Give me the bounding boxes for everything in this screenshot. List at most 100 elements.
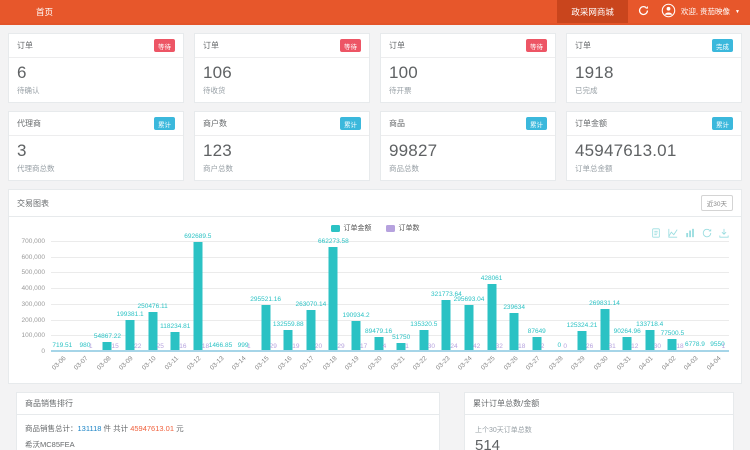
x-axis-tick: 03-06 (51, 355, 68, 372)
x-axis-tick: 03-24 (457, 355, 474, 372)
legend-item-order-amount[interactable]: 订单金额 (331, 223, 372, 233)
count-label: 18 (518, 343, 525, 350)
count-label: 20 (315, 343, 322, 350)
legend-label: 订单金额 (344, 223, 372, 233)
chart-column: 199381.12203-09 (119, 241, 142, 351)
card-value: 123 (203, 141, 361, 161)
x-axis-tick: 04-02 (661, 355, 678, 372)
x-axis-tick: 04-01 (638, 355, 655, 372)
count-label: 32 (496, 343, 503, 350)
legend-swatch-teal (331, 225, 340, 232)
stat-card-products-total: 商品累计 99827商品总数 (380, 111, 556, 181)
count-label: 1 (247, 343, 251, 350)
stat-card-orders-pending-receive: 订单等待 106待收货 (194, 33, 370, 103)
status-badge: 完成 (712, 39, 733, 52)
card-subtitle: 待开票 (389, 85, 547, 96)
status-badge: 等待 (154, 39, 175, 52)
count-label: 1 (405, 343, 409, 350)
status-badge: 累计 (154, 117, 175, 130)
product-rank-item: 希沃MC85FEA 1 (25, 439, 431, 450)
amount-bar[interactable] (329, 247, 338, 351)
summary-prefix: 商品销售总计： (25, 424, 78, 433)
stat-card-grid: 订单等待 6待确认 订单等待 106待收货 订单等待 100待开票 订单完成 1… (8, 33, 742, 181)
stat-card-orders-pending-invoice: 订单等待 100待开票 (380, 33, 556, 103)
count-label: 29 (270, 343, 277, 350)
chart-column: 1466.8503-13 (209, 241, 232, 351)
amount-label: 6778.9 (685, 341, 705, 348)
amount-bar[interactable] (487, 284, 496, 351)
x-axis-tick: 03-07 (73, 355, 90, 372)
mall-button[interactable]: 政采网商城 (557, 0, 628, 23)
card-value: 106 (203, 63, 361, 83)
sales-summary: 商品销售总计：131118 件 共计 45947613.01 元 (25, 423, 431, 434)
status-badge: 累计 (712, 117, 733, 130)
card-value: 100 (389, 63, 547, 83)
summary-middle: 共计 (113, 424, 128, 433)
x-axis-tick: 03-10 (141, 355, 158, 372)
refresh-button[interactable] (628, 0, 659, 23)
sales-panel-title: 商品销售排行 (25, 398, 73, 409)
x-axis-tick: 03-11 (164, 355, 180, 371)
y-axis-tick: 700,000 (17, 238, 45, 245)
cumulative-orders-panel: 累计订单总数/金额 上个30天订单总数 514 最近30天订单总数 496 (464, 392, 734, 450)
x-axis-tick: 03-21 (389, 355, 406, 372)
card-title: 商户数 (203, 118, 227, 129)
x-axis-tick: 03-13 (209, 355, 226, 372)
stat-card-order-amount-total: 订单金额累计 45947613.01订单总金额 (566, 111, 742, 181)
card-title: 订单 (575, 40, 591, 51)
count-label: 16 (179, 343, 186, 350)
user-menu[interactable]: 欢迎, 贵茄映像 ▼ (659, 0, 750, 23)
card-title: 订单 (203, 40, 219, 51)
x-axis-tick: 03-20 (367, 355, 384, 372)
card-title: 订单金额 (575, 118, 607, 129)
chart-plot-area: 0100,000200,000300,000400,000500,000600,… (17, 241, 733, 381)
x-axis-tick: 03-18 (322, 355, 339, 372)
summary-amount: 45947613.01 (130, 424, 174, 433)
welcome-text: 欢迎, 贵茄映像 (681, 6, 730, 17)
chart-column: 295521.162903-15 (254, 241, 277, 351)
count-label: 31 (609, 343, 616, 350)
nav-home-link[interactable]: 首页 (36, 0, 53, 23)
count-label: 17 (360, 343, 367, 350)
status-badge: 累计 (340, 117, 361, 130)
count-label: 22 (134, 343, 141, 350)
amount-label: 0 (558, 342, 562, 349)
count-label: 30 (428, 343, 435, 350)
x-axis-tick: 03-22 (412, 355, 429, 372)
amount-label: 719.51 (52, 342, 72, 349)
card-title: 订单 (17, 40, 33, 51)
y-axis-tick: 600,000 (17, 254, 45, 261)
x-axis-tick: 03-15 (254, 355, 271, 372)
chart-column: 662273.582903-18 (322, 241, 345, 351)
chart-column: 77500.51804-02 (661, 241, 684, 351)
chart-legend: 订单金额 订单数 (9, 221, 741, 235)
chart-body: 订单金额 订单数 0100,000200,000300,000400,00050… (9, 217, 741, 383)
chart-column: 125324.212603-29 (571, 241, 594, 351)
amount-label: 692689.5 (184, 233, 211, 240)
amount-label: 428061 (481, 275, 503, 282)
chart-column: 719.5103-06 (51, 241, 74, 351)
totals-row: 上个30天订单总数 514 (475, 425, 723, 450)
y-axis-tick: 500,000 (17, 269, 45, 276)
totals-panel-title: 累计订单总数/金额 (473, 398, 539, 409)
amount-label: 51750 (392, 334, 410, 341)
chart-column: 51750103-21 (390, 241, 413, 351)
legend-item-order-count[interactable]: 订单数 (386, 223, 420, 233)
chart-column: 250476.112503-10 (141, 241, 164, 351)
chart-column: 263070.142003-17 (300, 241, 323, 351)
top-navbar: 首页 政采网商城 欢迎, 贵茄映像 ▼ (0, 0, 750, 25)
bottom-row: 商品销售排行 商品销售总计：131118 件 共计 45947613.01 元 … (8, 392, 742, 450)
count-label: 30 (654, 343, 661, 350)
y-axis-tick: 200,000 (17, 317, 45, 324)
card-subtitle: 订单总金额 (575, 163, 733, 174)
range-30d-button[interactable]: 近30天 (701, 195, 733, 211)
transaction-chart-panel: 交易图表 近30天 订单金额 订单数 0100,000200,000300,00… (8, 189, 742, 384)
chart-column: 4280613203-25 (480, 241, 503, 351)
card-subtitle: 商户总数 (203, 163, 361, 174)
amount-label: 135320.5 (410, 321, 437, 328)
amount-label: 90264.96 (614, 328, 641, 335)
legend-swatch-purple (386, 225, 395, 232)
card-title: 代理商 (17, 118, 41, 129)
amount-bar[interactable] (193, 242, 202, 351)
chart-column: 87649203-27 (525, 241, 548, 351)
